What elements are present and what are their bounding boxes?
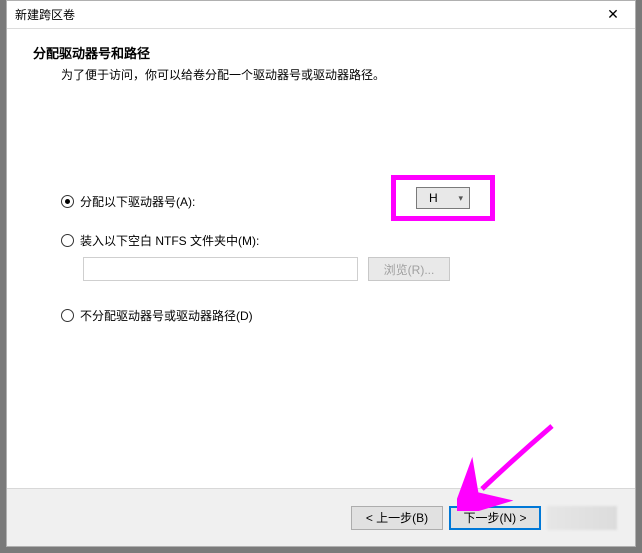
option-assign-letter-label: 分配以下驱动器号(A): [80,193,195,210]
back-button-label: < 上一步(B) [366,509,428,526]
browse-button-label: 浏览(R)... [384,261,435,278]
close-icon: ✕ [607,6,619,23]
mount-path-row: 浏览(R)... [83,257,609,281]
content-area: 分配驱动器号和路径 为了便于访问，你可以给卷分配一个驱动器号或驱动器路径。 分配… [7,29,635,488]
option-mount-folder-label: 装入以下空白 NTFS 文件夹中(M): [80,232,259,249]
window-title: 新建跨区卷 [15,6,75,23]
obscured-area [547,506,617,530]
option-no-assign[interactable]: 不分配驱动器号或驱动器路径(D) [61,307,609,324]
option-mount-folder[interactable]: 装入以下空白 NTFS 文件夹中(M): [61,232,609,249]
close-button[interactable]: ✕ [591,1,635,29]
radio-mount-folder[interactable] [61,234,74,247]
wizard-window: 新建跨区卷 ✕ 分配驱动器号和路径 为了便于访问，你可以给卷分配一个驱动器号或驱… [6,0,636,547]
next-button[interactable]: 下一步(N) > [449,506,541,530]
option-assign-letter[interactable]: 分配以下驱动器号(A): H ▾ [61,193,609,210]
page-heading: 分配驱动器号和路径 [33,43,609,62]
titlebar: 新建跨区卷 ✕ [7,1,635,29]
drive-letter-select[interactable]: H ▾ [416,187,470,209]
back-button[interactable]: < 上一步(B) [351,506,443,530]
option-no-assign-label: 不分配驱动器号或驱动器路径(D) [80,307,253,324]
page-subheading: 为了便于访问，你可以给卷分配一个驱动器号或驱动器路径。 [61,66,609,83]
radio-assign-letter[interactable] [61,195,74,208]
wizard-footer: < 上一步(B) 下一步(N) > [7,488,635,546]
drive-letter-value: H [429,191,438,205]
chevron-down-icon: ▾ [458,193,463,204]
mount-path-field [83,257,358,281]
next-button-label: 下一步(N) > [463,509,526,526]
browse-button: 浏览(R)... [368,257,450,281]
options-group: 分配以下驱动器号(A): H ▾ 装入以下空白 NTFS 文件夹中(M): [61,193,609,324]
drive-letter-highlight: H ▾ [391,175,495,221]
radio-no-assign[interactable] [61,309,74,322]
